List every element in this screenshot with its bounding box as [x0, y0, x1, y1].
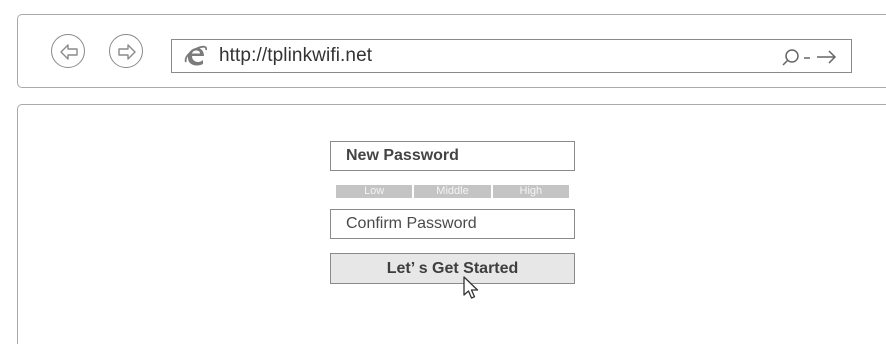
forward-button[interactable]: [109, 34, 143, 68]
confirm-password-field[interactable]: Confirm Password: [330, 209, 575, 239]
page-content: New Password Low Middle High Confirm Pas…: [17, 104, 886, 344]
new-password-placeholder: New Password: [346, 147, 459, 164]
arrow-left-icon: [60, 44, 78, 60]
password-strength-meter: Low Middle High: [336, 185, 569, 198]
url-text: http://tplinkwifi.net: [219, 45, 373, 66]
strength-middle: Middle: [414, 185, 491, 198]
get-started-label: Let’ s Get Started: [386, 260, 519, 277]
go-arrow-icon[interactable]: [817, 50, 837, 64]
ie-logo-icon: [184, 45, 208, 66]
strength-low: Low: [336, 185, 413, 198]
confirm-password-placeholder: Confirm Password: [346, 215, 477, 232]
address-bar[interactable]: http://tplinkwifi.net: [171, 39, 852, 73]
new-password-field[interactable]: New Password: [330, 141, 575, 171]
strength-high: High: [492, 185, 569, 198]
get-started-button[interactable]: Let’ s Get Started: [330, 253, 575, 284]
search-icon[interactable]: [782, 49, 799, 66]
back-button[interactable]: [51, 34, 85, 68]
mouse-pointer-icon: [463, 276, 479, 299]
browser-toolbar: http://tplinkwifi.net: [17, 14, 886, 88]
arrow-right-icon: [118, 44, 136, 60]
search-go-controls[interactable]: [781, 48, 839, 66]
